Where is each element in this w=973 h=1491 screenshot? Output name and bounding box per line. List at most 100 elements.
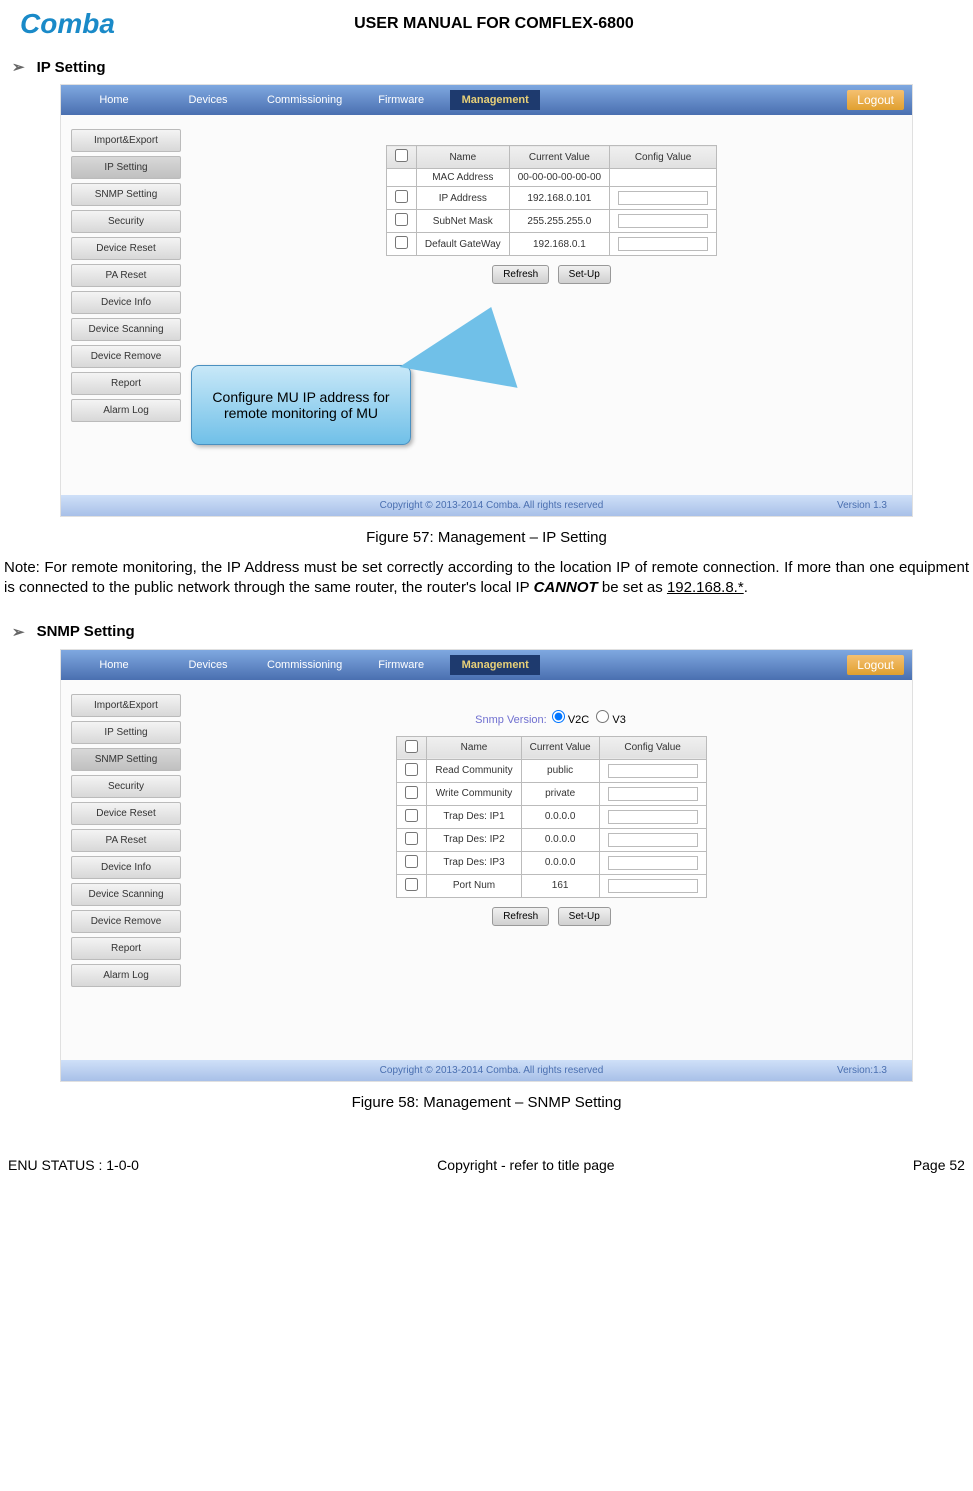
refresh-button[interactable]: Refresh <box>492 265 549 284</box>
sidebar-item-security[interactable]: Security <box>71 775 181 798</box>
config-input[interactable] <box>618 191 708 205</box>
table-row: Trap Des: IP20.0.0.0 <box>397 828 706 851</box>
sidebar-item-devrem[interactable]: Device Remove <box>71 910 181 933</box>
sidebar-item-import[interactable]: Import&Export <box>71 694 181 717</box>
th-conf: Config Value <box>599 736 706 759</box>
sidebar-item-devinfo[interactable]: Device Info <box>71 291 181 314</box>
checkbox-row[interactable] <box>405 786 418 799</box>
note-text: Note: For remote monitoring, the IP Addr… <box>4 558 969 599</box>
sidebar-item-reset[interactable]: Device Reset <box>71 237 181 260</box>
table-row: Default GateWay 192.168.0.1 <box>386 233 716 256</box>
sidebar-item-ip[interactable]: IP Setting <box>71 721 181 744</box>
config-input[interactable] <box>608 787 698 801</box>
footer-page: Page 52 <box>913 1157 965 1173</box>
config-input[interactable] <box>618 214 708 228</box>
refresh-button[interactable]: Refresh <box>492 907 549 926</box>
sidebar-item-ip[interactable]: IP Setting <box>71 156 181 179</box>
config-input[interactable] <box>618 237 708 251</box>
sidebar-item-security[interactable]: Security <box>71 210 181 233</box>
th-conf: Config Value <box>610 146 717 169</box>
config-input[interactable] <box>608 833 698 847</box>
sidebar-item-devrem[interactable]: Device Remove <box>71 345 181 368</box>
checkbox-row[interactable] <box>395 190 408 203</box>
table-row: Write Communityprivate <box>397 782 706 805</box>
config-input[interactable] <box>608 810 698 824</box>
config-input[interactable] <box>608 856 698 870</box>
content-area: Snmp Version: V2C V3 Name Current Value … <box>191 680 912 1060</box>
screenshot-snmp-setting: Home Devices Commissioning Firmware Mana… <box>60 649 913 1082</box>
section-title: SNMP Setting <box>37 623 135 640</box>
setup-button[interactable]: Set-Up <box>558 907 611 926</box>
snmp-version-row: Snmp Version: V2C V3 <box>211 710 892 726</box>
th-cur: Current Value <box>509 146 609 169</box>
checkbox-all[interactable] <box>405 740 418 753</box>
table-row: Port Num161 <box>397 874 706 897</box>
checkbox-all[interactable] <box>395 149 408 162</box>
checkbox-row[interactable] <box>405 855 418 868</box>
checkbox-row[interactable] <box>405 809 418 822</box>
topnav: Home Devices Commissioning Firmware Mana… <box>61 650 912 680</box>
doc-title: USER MANUAL FOR COMFLEX-6800 <box>35 15 953 33</box>
page-footer: ENU STATUS : 1-0-0 Copyright - refer to … <box>0 1157 973 1173</box>
nav-home[interactable]: Home <box>69 90 159 110</box>
table-row: Trap Des: IP10.0.0.0 <box>397 805 706 828</box>
radio-v2c[interactable] <box>552 710 565 723</box>
chevron-icon: ➢ <box>12 58 25 76</box>
logout-button[interactable]: Logout <box>847 90 904 110</box>
config-input[interactable] <box>608 879 698 893</box>
sidebar-item-snmp[interactable]: SNMP Setting <box>71 183 181 206</box>
section-header-ip: ➢ IP Setting <box>12 58 961 76</box>
sidebar-item-devscan[interactable]: Device Scanning <box>71 883 181 906</box>
sidebar-item-import[interactable]: Import&Export <box>71 129 181 152</box>
sidebar-item-report[interactable]: Report <box>71 937 181 960</box>
doc-header: Comba USER MANUAL FOR COMFLEX-6800 <box>0 0 973 44</box>
radio-v3[interactable] <box>596 710 609 723</box>
topnav: Home Devices Commissioning Firmware Mana… <box>61 85 912 115</box>
checkbox-row[interactable] <box>405 763 418 776</box>
sidebar-item-pareset[interactable]: PA Reset <box>71 829 181 852</box>
nav-firmware[interactable]: Firmware <box>356 655 446 675</box>
screenshot-ip-setting: Home Devices Commissioning Firmware Mana… <box>60 84 913 517</box>
table-row: Read Communitypublic <box>397 759 706 782</box>
config-input[interactable] <box>608 764 698 778</box>
figure-caption-2: Figure 58: Management – SNMP Setting <box>0 1094 973 1111</box>
sidebar-item-snmp[interactable]: SNMP Setting <box>71 748 181 771</box>
nav-devices[interactable]: Devices <box>163 90 253 110</box>
table-row: Trap Des: IP30.0.0.0 <box>397 851 706 874</box>
nav-commissioning[interactable]: Commissioning <box>257 655 352 675</box>
snmp-param-table: Name Current Value Config Value Read Com… <box>396 736 706 898</box>
sidebar: Import&Export IP Setting SNMP Setting Se… <box>61 115 191 495</box>
setup-button[interactable]: Set-Up <box>558 265 611 284</box>
footer-status: ENU STATUS : 1-0-0 <box>8 1157 139 1173</box>
chevron-icon: ➢ <box>12 623 25 641</box>
sidebar-item-report[interactable]: Report <box>71 372 181 395</box>
nav-management[interactable]: Management <box>450 90 540 110</box>
table-row: MAC Address 00-00-00-00-00-00 <box>386 169 716 187</box>
sidebar: Import&Export IP Setting SNMP Setting Se… <box>61 680 191 1060</box>
th-cur: Current Value <box>521 736 599 759</box>
checkbox-row[interactable] <box>405 832 418 845</box>
sidebar-item-pareset[interactable]: PA Reset <box>71 264 181 287</box>
sidebar-item-reset[interactable]: Device Reset <box>71 802 181 825</box>
section-header-snmp: ➢ SNMP Setting <box>12 623 961 641</box>
sidebar-item-alarm[interactable]: Alarm Log <box>71 964 181 987</box>
sidebar-item-alarm[interactable]: Alarm Log <box>71 399 181 422</box>
screenshot-footer: Copyright © 2013-2014 Comba. All rights … <box>61 1060 912 1081</box>
sidebar-item-devscan[interactable]: Device Scanning <box>71 318 181 341</box>
nav-commissioning[interactable]: Commissioning <box>257 90 352 110</box>
callout-box: Configure MU IP address for remote monit… <box>191 365 411 445</box>
nav-management[interactable]: Management <box>450 655 540 675</box>
checkbox-row[interactable] <box>395 236 408 249</box>
checkbox-row[interactable] <box>405 878 418 891</box>
nav-firmware[interactable]: Firmware <box>356 90 446 110</box>
figure-caption-1: Figure 57: Management – IP Setting <box>0 529 973 546</box>
th-name: Name <box>427 736 521 759</box>
logout-button[interactable]: Logout <box>847 655 904 675</box>
sidebar-item-devinfo[interactable]: Device Info <box>71 856 181 879</box>
table-row: IP Address 192.168.0.101 <box>386 187 716 210</box>
table-row: SubNet Mask 255.255.255.0 <box>386 210 716 233</box>
section-title: IP Setting <box>37 59 106 76</box>
nav-home[interactable]: Home <box>69 655 159 675</box>
checkbox-row[interactable] <box>395 213 408 226</box>
nav-devices[interactable]: Devices <box>163 655 253 675</box>
